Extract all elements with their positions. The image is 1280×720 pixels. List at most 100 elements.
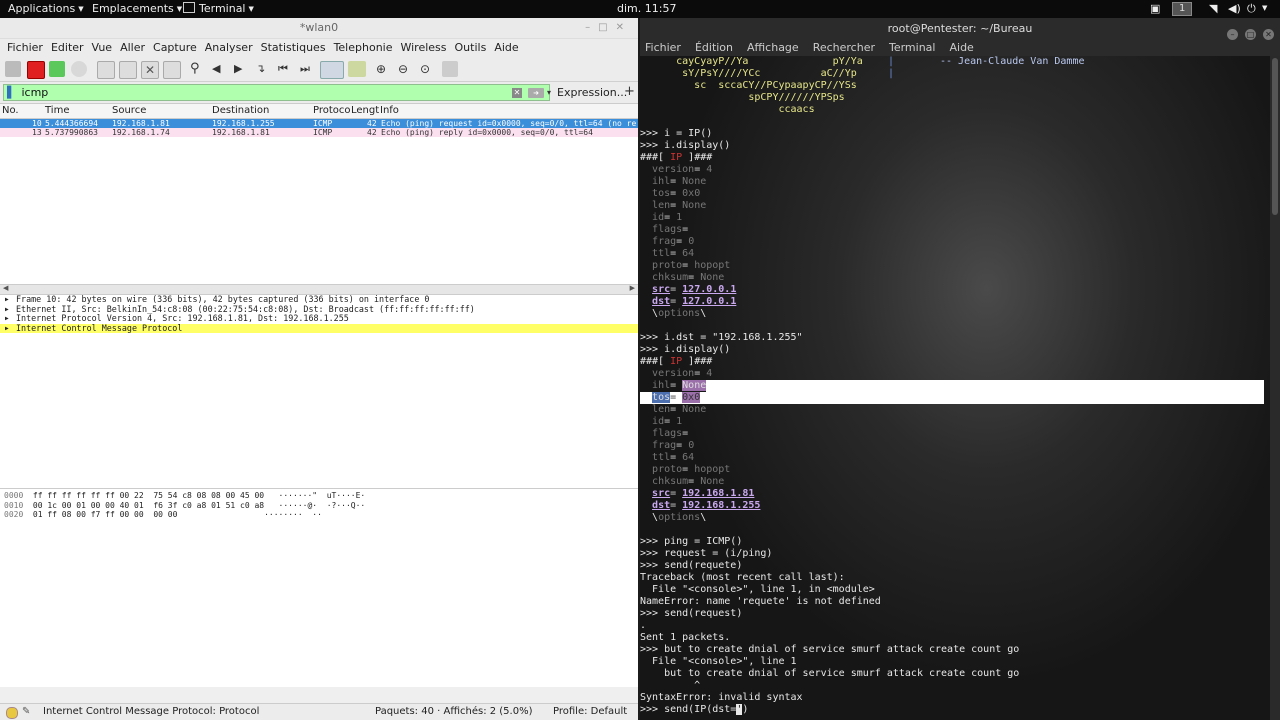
terminal-scrollbar[interactable] bbox=[1270, 56, 1280, 720]
packet-source: 192.168.1.74 bbox=[112, 128, 170, 137]
bytes-row[interactable]: 0000 ff ff ff ff ff ff 00 22 75 54 c8 08… bbox=[0, 491, 638, 501]
expert-info-icon[interactable] bbox=[6, 707, 18, 719]
current-prompt-line[interactable]: >>> send(IP(dst=') bbox=[640, 704, 1270, 716]
menu-fichier[interactable]: Fichier bbox=[645, 41, 681, 54]
ascii-art-line: sc sccaCY//PCypaapyCP//YSs bbox=[640, 80, 1270, 92]
field-value: None bbox=[682, 404, 707, 415]
menu-capture[interactable]: Capture bbox=[153, 41, 197, 54]
expand-arrow-icon[interactable]: ▶ bbox=[5, 314, 9, 324]
menu-terminal[interactable]: Terminal bbox=[889, 41, 936, 54]
terminal-output[interactable]: cayCyayP//Ya pY/Ya | -- Jean-Claude Van Da… bbox=[640, 56, 1270, 720]
field-line: version= 4 bbox=[652, 164, 713, 175]
display-filter-input[interactable]: ▌ icmp ✕ ➜ ▾ bbox=[3, 84, 551, 101]
add-filter-button[interactable]: + bbox=[624, 84, 635, 99]
packet-info: Echo (ping) request id=0x0000, seq=0/0, … bbox=[381, 119, 637, 128]
clock[interactable]: dim. 11:57 bbox=[617, 2, 676, 15]
packet-list: 10 5.444366694 192.168.1.81 192.168.1.25… bbox=[0, 119, 638, 284]
column-destination[interactable]: Destination bbox=[212, 105, 269, 116]
options-line: \options\ bbox=[640, 308, 707, 319]
expand-arrow-icon[interactable]: ▶ bbox=[5, 295, 9, 305]
menu-aide[interactable]: Aide bbox=[494, 41, 518, 54]
apply-filter-icon[interactable]: ➜ bbox=[528, 88, 544, 98]
go-forward-icon[interactable]: ▶ bbox=[234, 61, 250, 77]
column-info[interactable]: Info bbox=[380, 105, 399, 116]
capture-options-icon[interactable] bbox=[71, 61, 87, 77]
ip-header-line: ###[ IP ]### bbox=[640, 152, 1270, 164]
zoom-reset-icon[interactable]: ⊙ bbox=[420, 61, 436, 77]
field-value: 64 bbox=[682, 248, 695, 259]
expression-button[interactable]: Expression... bbox=[557, 86, 627, 99]
art-text: sc sccaCY//PCypaapyCP//YSs bbox=[640, 80, 857, 91]
go-back-icon[interactable]: ◀ bbox=[212, 61, 228, 77]
power-icon[interactable]: ⏻ bbox=[1247, 2, 1256, 16]
screenshot-icon[interactable]: ▣ bbox=[1150, 2, 1160, 15]
field-line: src= 192.168.1.81 bbox=[652, 488, 755, 499]
reload-icon[interactable] bbox=[163, 61, 181, 79]
packet-row[interactable]: 10 5.444366694 192.168.1.81 192.168.1.25… bbox=[0, 119, 638, 128]
menu-wireless[interactable]: Wireless bbox=[400, 41, 446, 54]
menu-statistiques[interactable]: Statistiques bbox=[261, 41, 326, 54]
bookmark-icon[interactable]: ▌ bbox=[7, 86, 15, 99]
zoom-in-icon[interactable]: ⊕ bbox=[376, 61, 392, 77]
maximize-icon[interactable]: □ bbox=[1245, 29, 1256, 40]
column-length[interactable]: Lengt bbox=[351, 105, 379, 116]
field-line: tos= 0x0 bbox=[640, 392, 1270, 404]
workspace-indicator[interactable]: 1 bbox=[1172, 1, 1193, 16]
menu-rechercher[interactable]: Rechercher bbox=[813, 41, 875, 54]
detail-text: Frame 10: 42 bytes on wire (336 bits), 4… bbox=[16, 294, 430, 304]
expand-arrow-icon[interactable]: ▶ bbox=[5, 324, 9, 334]
menu-edition[interactable]: Édition bbox=[695, 41, 733, 54]
packet-time: 5.444366694 bbox=[45, 119, 98, 128]
menu-editer[interactable]: Editer bbox=[51, 41, 84, 54]
last-packet-icon[interactable]: ⏭ bbox=[300, 61, 316, 77]
applications-menu[interactable]: Applications ▼ bbox=[8, 2, 84, 15]
scroll-right-icon[interactable]: ▶ bbox=[630, 284, 635, 292]
shark-fin-icon[interactable] bbox=[5, 61, 21, 77]
menu-affichage[interactable]: Affichage bbox=[747, 41, 799, 54]
menu-vue[interactable]: Vue bbox=[92, 41, 113, 54]
zoom-out-icon[interactable]: ⊖ bbox=[398, 61, 414, 77]
status-profile[interactable]: Profile: Default bbox=[553, 706, 627, 717]
edit-comment-icon[interactable]: ✎ bbox=[22, 706, 30, 717]
find-packet-icon[interactable]: ⚲ bbox=[190, 61, 206, 77]
minimize-icon[interactable]: – bbox=[1227, 29, 1238, 40]
clear-filter-icon[interactable]: ✕ bbox=[512, 88, 522, 98]
scrollbar-thumb[interactable] bbox=[1272, 58, 1278, 215]
column-source[interactable]: Source bbox=[112, 105, 146, 116]
stop-capture-icon[interactable] bbox=[27, 61, 45, 79]
close-file-icon[interactable]: ✕ bbox=[141, 61, 159, 79]
output-line: >>> send(requete) bbox=[640, 560, 743, 571]
packet-row[interactable]: 13 5.737990863 192.168.1.74 192.168.1.81… bbox=[0, 128, 638, 137]
save-file-icon[interactable] bbox=[119, 61, 137, 79]
menu-telephonie[interactable]: Telephonie bbox=[334, 41, 393, 54]
chevron-down-icon[interactable]: ▼ bbox=[1262, 4, 1267, 12]
window-controls[interactable]: –□✕ bbox=[585, 18, 632, 38]
column-no[interactable]: No. bbox=[2, 105, 19, 116]
restart-capture-icon[interactable] bbox=[49, 61, 65, 77]
menu-analyser[interactable]: Analyser bbox=[205, 41, 253, 54]
menu-fichier[interactable]: Fichier bbox=[7, 41, 43, 54]
field-value: None bbox=[682, 380, 707, 391]
menu-aide[interactable]: Aide bbox=[949, 41, 973, 54]
column-time[interactable]: Time bbox=[45, 105, 69, 116]
bytes-row[interactable]: 0020 01 ff 08 00 f7 ff 00 00 00 00 ·····… bbox=[0, 510, 638, 520]
scroll-left-icon[interactable]: ◀ bbox=[3, 284, 8, 292]
close-icon[interactable]: ✕ bbox=[1263, 29, 1274, 40]
menu-aller[interactable]: Aller bbox=[120, 41, 145, 54]
chevron-down-icon[interactable]: ▾ bbox=[547, 85, 551, 100]
resize-columns-icon[interactable] bbox=[442, 61, 458, 77]
volume-icon[interactable]: ◀) bbox=[1228, 2, 1241, 15]
detail-icmp[interactable]: ▶ Internet Control Message Protocol bbox=[0, 323, 638, 334]
expand-arrow-icon[interactable]: ▶ bbox=[5, 305, 9, 315]
colorize-icon[interactable] bbox=[348, 61, 366, 77]
first-packet-icon[interactable]: ⏮ bbox=[278, 61, 294, 77]
bytes-row[interactable]: 0010 00 1c 00 01 00 00 40 01 f6 3f c0 a8… bbox=[0, 501, 638, 511]
terminal-app-menu[interactable]: Terminal ▼ bbox=[183, 2, 254, 15]
places-menu[interactable]: Emplacements ▼ bbox=[92, 2, 182, 15]
menu-outils[interactable]: Outils bbox=[455, 41, 487, 54]
go-to-packet-icon[interactable]: ↴ bbox=[256, 61, 272, 77]
autoscroll-icon[interactable] bbox=[320, 61, 344, 79]
wifi-icon[interactable]: ◥ bbox=[1209, 2, 1217, 15]
column-protocol[interactable]: Protoco bbox=[313, 105, 351, 116]
open-file-icon[interactable] bbox=[97, 61, 115, 79]
